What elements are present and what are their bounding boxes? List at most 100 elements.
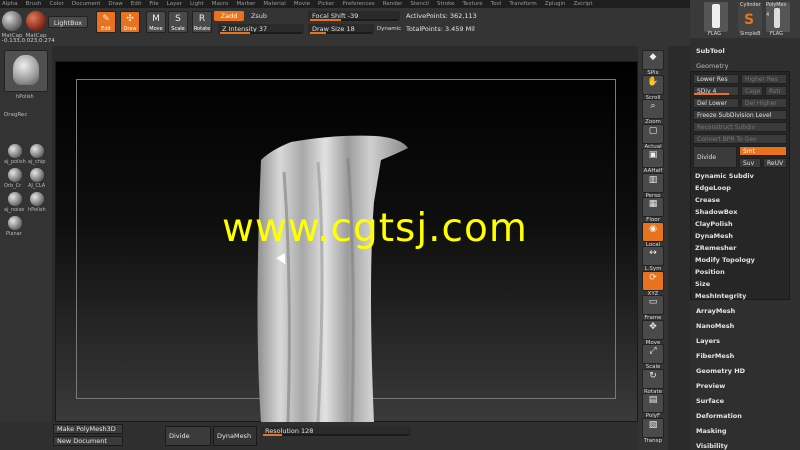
menu-transform[interactable]: Transform <box>509 1 536 7</box>
menu-zplugin[interactable]: Zplugin <box>545 1 566 7</box>
menu-material[interactable]: Material <box>263 1 285 7</box>
draw-size-slider[interactable]: Draw Size 18 <box>308 24 374 34</box>
suv-toggle[interactable]: Suv <box>739 158 761 168</box>
scale-button[interactable]: S Scale <box>168 11 188 33</box>
persp-button[interactable]: ▥ <box>642 172 664 193</box>
menu-stroke[interactable]: Stroke <box>437 1 455 7</box>
meshintegrity-item[interactable]: MeshIntegrity <box>695 292 746 300</box>
lightbox-button[interactable]: LightBox <box>48 16 88 28</box>
menu-stencil[interactable]: Stencil <box>410 1 429 7</box>
move-button[interactable]: M Move <box>146 11 166 33</box>
menu-movie[interactable]: Movie <box>294 1 310 7</box>
menu-alpha[interactable]: Alpha <box>2 1 18 7</box>
geometry-section[interactable]: Geometry <box>696 62 728 70</box>
menu-marker[interactable]: Marker <box>236 1 255 7</box>
menu-macro[interactable]: Macro <box>212 1 229 7</box>
menu-light[interactable]: Light <box>190 1 204 7</box>
del-lower-button[interactable]: Del Lower <box>693 98 739 108</box>
matcap-red-swatch[interactable] <box>26 11 46 31</box>
frame-button[interactable]: ▭ <box>642 295 664 315</box>
zadd-button[interactable]: Zadd <box>214 11 244 21</box>
brush-aj-chip-icon[interactable] <box>30 144 44 158</box>
sdiv-slider[interactable]: SDiv 4 <box>693 86 739 96</box>
menu-file[interactable]: File <box>149 1 158 7</box>
fibermesh-section[interactable]: FiberMesh <box>696 352 734 360</box>
current-brush-thumbnail[interactable] <box>4 50 48 92</box>
bottom-dynamesh-button[interactable]: DynaMesh <box>213 426 257 446</box>
brush-aj-cla-icon[interactable] <box>30 168 44 182</box>
preview-section[interactable]: Preview <box>696 382 725 390</box>
l-sym-button[interactable]: ↔ <box>642 246 664 266</box>
geometry-hd-section[interactable]: Geometry HD <box>696 367 745 375</box>
nanomesh-section[interactable]: NanoMesh <box>696 322 734 330</box>
flag-tool-thumbnail[interactable] <box>704 2 728 32</box>
dynamesh-item[interactable]: DynaMesh <box>695 232 733 240</box>
menu-zscript[interactable]: Zscript <box>573 1 592 7</box>
edit-button[interactable]: ✎ Edit <box>96 11 116 33</box>
higher-res-button[interactable]: Higher Res <box>741 74 787 84</box>
reuv-button[interactable]: ReUV <box>763 158 787 168</box>
menu-edit[interactable]: Edit <box>131 1 142 7</box>
lower-res-button[interactable]: Lower Res <box>693 74 739 84</box>
zoom-button[interactable]: ⌕ <box>642 99 664 119</box>
edgeloop-item[interactable]: EdgeLoop <box>695 184 731 192</box>
dragrec-label[interactable]: DragRec <box>4 112 27 118</box>
menu-color[interactable]: Color <box>50 1 64 7</box>
cage-button[interactable]: Cage <box>741 86 763 96</box>
move-button[interactable]: ✥ <box>642 319 664 340</box>
size-item[interactable]: Size <box>695 280 710 288</box>
modify-topology-item[interactable]: Modify Topology <box>695 256 755 264</box>
local-button[interactable]: ◉ <box>642 221 664 242</box>
make-polymesh-button[interactable]: Make PolyMesh3D <box>53 424 123 434</box>
menu-draw[interactable]: Draw <box>108 1 122 7</box>
menu-picker[interactable]: Picker <box>318 1 334 7</box>
dynamic-button[interactable]: Dynamic <box>376 24 402 34</box>
resolution-slider[interactable]: Resolution 128 <box>261 426 411 436</box>
divide-button[interactable]: Divide <box>693 146 737 168</box>
transp-button[interactable]: ▧ <box>642 417 664 438</box>
shadowbox-item[interactable]: ShadowBox <box>695 208 737 216</box>
zremesher-item[interactable]: ZRemesher <box>695 244 736 252</box>
rstr-button[interactable]: Rstr <box>765 86 787 96</box>
dynamic-subdiv-item[interactable]: Dynamic Subdiv <box>695 172 754 180</box>
smt-toggle[interactable]: Smt <box>739 146 787 156</box>
convert-bpr-button[interactable]: Convert BPR To Geo <box>693 134 787 144</box>
menu-preferences[interactable]: Preferences <box>342 1 374 7</box>
rotate-button[interactable]: ↻ <box>642 368 664 389</box>
brush-orb-cr-icon[interactable] <box>8 168 22 182</box>
menu-texture[interactable]: Texture <box>463 1 483 7</box>
masking-section[interactable]: Masking <box>696 427 727 435</box>
brush-aj-noise-icon[interactable] <box>8 192 22 206</box>
menu-brush[interactable]: Brush <box>26 1 42 7</box>
arraymesh-section[interactable]: ArrayMesh <box>696 307 735 315</box>
aahalf-button[interactable]: ▣ <box>642 148 664 168</box>
position-item[interactable]: Position <box>695 268 725 276</box>
brush-planar-icon[interactable] <box>8 216 22 230</box>
viewport-canvas[interactable]: www.cgtsj.com <box>55 61 638 423</box>
new-document-button[interactable]: New Document <box>53 436 123 446</box>
rotate-button[interactable]: R Rotate <box>192 11 212 33</box>
zsub-button[interactable]: Zsub <box>246 11 272 21</box>
draw-button[interactable]: ✣ Draw <box>120 11 140 33</box>
menu-layer[interactable]: Layer <box>167 1 182 7</box>
bottom-divide-button[interactable]: Divide <box>165 426 211 446</box>
menu-document[interactable]: Document <box>72 1 101 7</box>
polyf-button[interactable]: ▤ <box>642 393 664 413</box>
floor-button[interactable]: ▦ <box>642 197 664 217</box>
visibility-section[interactable]: Visibility <box>696 442 728 450</box>
menu-render[interactable]: Render <box>383 1 403 7</box>
layers-section[interactable]: Layers <box>696 337 720 345</box>
deformation-section[interactable]: Deformation <box>696 412 742 420</box>
menu-tool[interactable]: Tool <box>491 1 502 7</box>
brush-aj-polish-icon[interactable] <box>8 144 22 158</box>
crease-item[interactable]: Crease <box>695 196 720 204</box>
del-higher-button[interactable]: Del Higher <box>741 98 787 108</box>
scale-button[interactable]: ⤢ <box>642 344 664 364</box>
claypolish-item[interactable]: ClayPolish <box>695 220 733 228</box>
scroll-button[interactable]: ✋ <box>642 74 664 95</box>
matcap-gray-swatch[interactable] <box>2 11 22 31</box>
brush-hpolish-icon[interactable] <box>30 192 44 206</box>
z-intensity-slider[interactable]: Z Intensity 37 <box>218 24 304 34</box>
xyz-button[interactable]: ⟳ <box>642 270 664 291</box>
subtool-section[interactable]: SubTool <box>696 47 725 55</box>
